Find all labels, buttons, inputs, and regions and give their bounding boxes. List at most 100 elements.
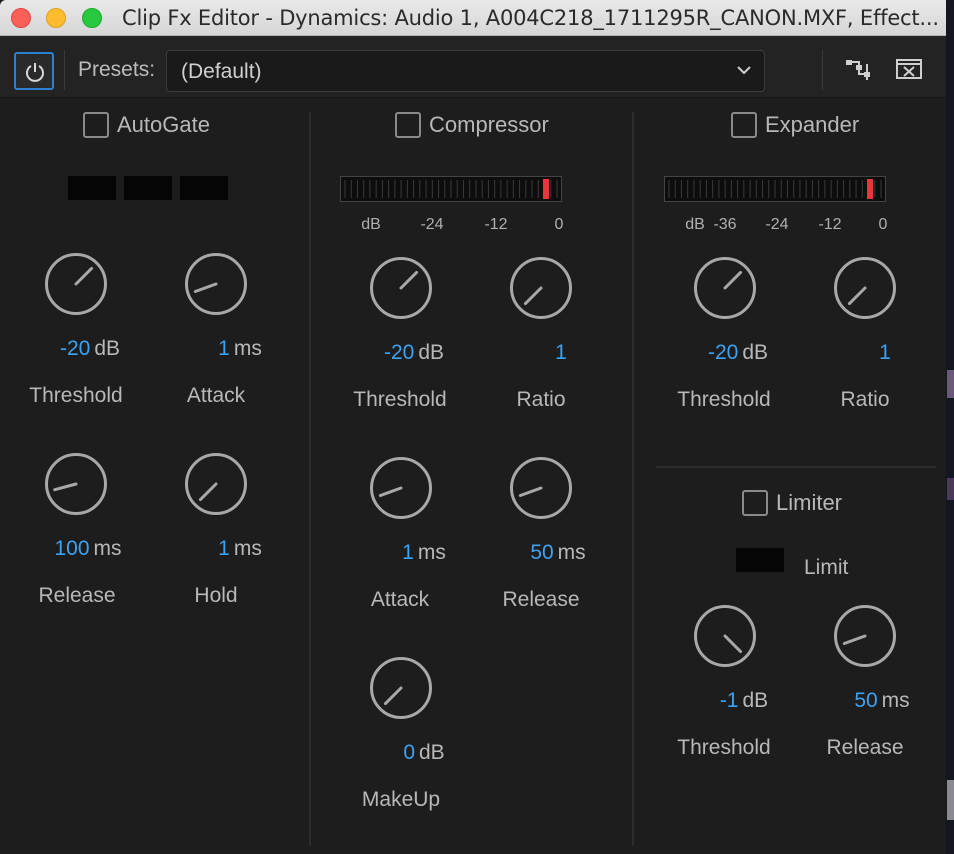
autogate-threshold-label: Threshold (29, 384, 123, 407)
compressor-ratio-label: Ratio (516, 388, 566, 411)
limiter-title: Limiter (776, 490, 843, 515)
limiter-release-label: Release (826, 736, 904, 759)
limiter-checkbox[interactable] (742, 490, 768, 516)
compressor-ratio-knob[interactable] (509, 256, 573, 320)
autogate-release-knob[interactable] (44, 452, 108, 516)
compressor-checkbox[interactable] (395, 112, 421, 138)
compressor-threshold-value[interactable]: -20 dB (384, 341, 444, 365)
autogate-hold-knob[interactable] (184, 452, 248, 516)
limiter-header: Limiter (742, 490, 842, 516)
autogate-hold-value[interactable]: 1 ms (218, 537, 262, 561)
close-window-button[interactable] (11, 8, 31, 28)
knob-pointer (399, 270, 419, 290)
zoom-window-button[interactable] (82, 8, 102, 28)
knob-pointer (723, 634, 743, 654)
knob-pointer (378, 486, 403, 498)
compressor-release-value[interactable]: 50 ms (530, 541, 585, 565)
knob-graphic (185, 253, 247, 315)
routing-icon[interactable] (844, 58, 872, 82)
expander-threshold-label: Threshold (677, 388, 771, 411)
minimize-window-button[interactable] (46, 8, 66, 28)
compressor-release-knob[interactable] (509, 456, 573, 520)
knob-graphic (834, 605, 896, 667)
knob-pointer (383, 686, 403, 706)
autogate-attack-value[interactable]: 1 ms (218, 337, 262, 361)
knob-pointer (523, 286, 543, 306)
clear-icon[interactable] (896, 58, 922, 80)
knob-pointer (193, 282, 218, 294)
knob-graphic (45, 253, 107, 315)
limiter-release-value[interactable]: 50 ms (854, 689, 909, 713)
meter-scale-label: 0 (554, 216, 564, 233)
title-bar: Clip Fx Editor - Dynamics: Audio 1, A004… (0, 0, 946, 36)
autogate-threshold-value[interactable]: -20 dB (60, 337, 120, 361)
compressor-makeup-value[interactable]: 0 dB (403, 741, 444, 765)
compressor-attack-label: Attack (370, 588, 430, 611)
knob-pointer (518, 486, 543, 498)
autogate-attack-knob[interactable] (184, 252, 248, 316)
limiter-release-knob[interactable] (833, 604, 897, 668)
knob-graphic (510, 457, 572, 519)
expander-threshold-value[interactable]: -20 dB (708, 341, 768, 365)
expander-title: Expander (765, 112, 860, 137)
presets-value: (Default) (181, 60, 262, 83)
autogate-checkbox[interactable] (83, 112, 109, 138)
expander-threshold-knob[interactable] (693, 256, 757, 320)
expander-checkbox[interactable] (731, 112, 757, 138)
autogate-release-value[interactable]: 100 ms (54, 537, 121, 561)
meter-scale-label: -12 (818, 216, 842, 233)
autogate-threshold-knob[interactable] (44, 252, 108, 316)
toolbar-separator (64, 50, 65, 90)
meter-scale-label: -24 (765, 216, 789, 233)
expander-gain-reduction-meter (664, 176, 886, 202)
compressor-release-label: Release (502, 588, 580, 611)
knob-pointer (53, 482, 78, 492)
presets-dropdown[interactable]: (Default) (166, 50, 765, 92)
knob-graphic (694, 257, 756, 319)
limiter-threshold-value[interactable]: -1 dB (720, 689, 768, 713)
knob-graphic (185, 453, 247, 515)
limiter-threshold-knob[interactable] (693, 604, 757, 668)
gate-level-indicator (124, 176, 172, 200)
power-icon (26, 63, 44, 82)
meter-scale-label: dB (685, 216, 705, 233)
compressor-makeup-knob[interactable] (369, 656, 433, 720)
compressor-title: Compressor (429, 112, 549, 137)
knob-pointer (842, 634, 867, 646)
meter-scale-label: -36 (713, 216, 737, 233)
gate-level-indicator (180, 176, 228, 200)
window-title: Clip Fx Editor - Dynamics: Audio 1, A004… (122, 6, 939, 30)
compressor-threshold-knob[interactable] (369, 256, 433, 320)
meter-scale-label: -24 (420, 216, 444, 233)
knob-graphic (694, 605, 756, 667)
column-divider (632, 112, 634, 846)
knob-graphic (370, 657, 432, 719)
gate-level-indicator (68, 176, 116, 200)
meter-peak-indicator (867, 179, 873, 199)
compressor-ratio-value[interactable]: 1 (555, 341, 567, 365)
meter-graphic (668, 179, 882, 199)
background-window-edge (946, 0, 954, 854)
compressor-threshold-label: Threshold (353, 388, 447, 411)
expander-ratio-knob[interactable] (833, 256, 897, 320)
meter-graphic (344, 179, 558, 199)
knob-graphic (45, 453, 107, 515)
compressor-attack-value[interactable]: 1 ms (402, 541, 446, 565)
autogate-header: AutoGate (83, 112, 210, 138)
background-window-mark (947, 370, 954, 398)
knob-pointer (847, 286, 867, 306)
meter-peak-indicator (543, 179, 549, 199)
limit-label: Limit (804, 556, 849, 579)
meter-scale-label: dB (361, 216, 381, 233)
expander-header: Expander (731, 112, 859, 138)
bypass-power-button[interactable] (14, 52, 54, 90)
toolbar-separator (822, 50, 823, 90)
expander-ratio-value[interactable]: 1 (879, 341, 891, 365)
background-window-mark (947, 780, 954, 820)
column-divider (309, 112, 311, 846)
compressor-attack-knob[interactable] (369, 456, 433, 520)
compressor-makeup-label: MakeUp (361, 788, 441, 811)
knob-graphic (370, 457, 432, 519)
section-divider (656, 466, 936, 468)
knob-pointer (723, 270, 743, 290)
